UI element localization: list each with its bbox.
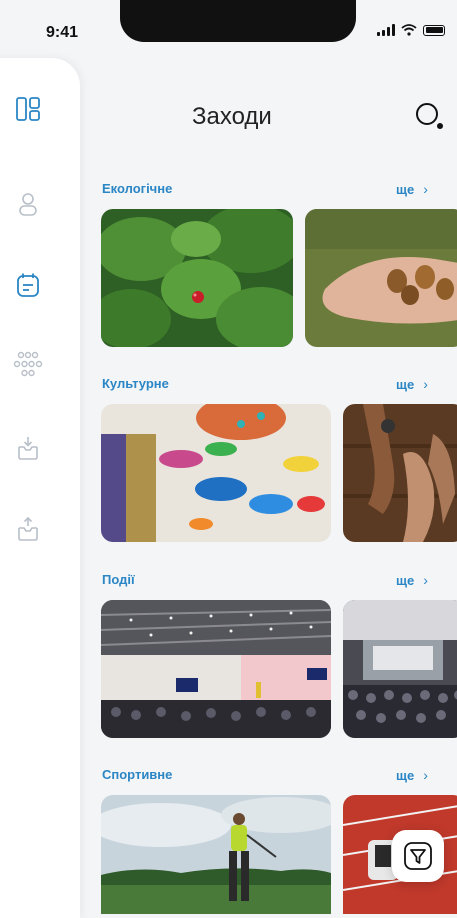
- strawberry-plant-image: [101, 209, 293, 347]
- sidebar: [0, 58, 80, 918]
- section-title-sports: Спортивне: [102, 767, 173, 782]
- hands-together-image: [343, 404, 457, 542]
- event-card-audience[interactable]: [343, 600, 457, 738]
- sidebar-item-groups[interactable]: [13, 350, 43, 380]
- device-notch: [120, 0, 356, 42]
- calendar-icon: [17, 273, 39, 297]
- section-title-cultural: Культурне: [102, 376, 169, 391]
- more-link-cultural[interactable]: ще ›: [396, 376, 428, 392]
- inbox-download-icon: [18, 437, 38, 460]
- chevron-right-icon: ›: [423, 181, 428, 197]
- paint-palette-image: [101, 404, 331, 542]
- search-button[interactable]: [414, 100, 448, 134]
- chevron-right-icon: ›: [423, 572, 428, 588]
- acorns-in-hand-image: [305, 209, 457, 347]
- more-link-label: ще: [396, 767, 415, 783]
- more-link-ecological[interactable]: ще ›: [396, 181, 428, 197]
- event-card-strawberry[interactable]: [101, 209, 293, 347]
- sidebar-item-events[interactable]: [13, 270, 43, 300]
- more-link-label: ще: [396, 376, 415, 392]
- sidebar-item-outgoing[interactable]: [13, 514, 43, 544]
- more-link-sports[interactable]: ще ›: [396, 767, 428, 783]
- wifi-icon: [401, 24, 417, 36]
- search-icon: [416, 103, 443, 129]
- section-title-ecological: Екологічне: [102, 181, 173, 196]
- more-link-label: ще: [396, 572, 415, 588]
- event-card-conference[interactable]: [101, 600, 331, 738]
- more-link-events[interactable]: ще ›: [396, 572, 428, 588]
- more-link-label: ще: [396, 181, 415, 197]
- battery-icon: [423, 24, 445, 36]
- inbox-upload-icon: [18, 516, 38, 541]
- conference-hall-image: [101, 600, 331, 738]
- sidebar-item-profile[interactable]: [13, 189, 43, 219]
- profile-icon: [19, 193, 37, 216]
- dashboard-icon: [16, 97, 40, 121]
- event-card-acorns[interactable]: [305, 209, 457, 347]
- filter-icon: [404, 842, 432, 870]
- event-card-golf[interactable]: [101, 795, 331, 914]
- audience-image: [343, 600, 457, 738]
- filter-button[interactable]: [392, 830, 444, 882]
- chevron-right-icon: ›: [423, 767, 428, 783]
- section-title-events: Події: [102, 572, 135, 587]
- signal-icon: [377, 24, 395, 36]
- event-card-painting[interactable]: [101, 404, 331, 542]
- golfer-image: [101, 795, 331, 914]
- chevron-right-icon: ›: [423, 376, 428, 392]
- page-title: Заходи: [192, 103, 272, 130]
- event-card-hands[interactable]: [343, 404, 457, 542]
- status-time: 9:41: [46, 24, 79, 41]
- groups-icon: [13, 351, 43, 377]
- status-icons: [377, 24, 445, 36]
- sidebar-item-dashboard[interactable]: [13, 94, 43, 124]
- sidebar-item-incoming[interactable]: [13, 433, 43, 463]
